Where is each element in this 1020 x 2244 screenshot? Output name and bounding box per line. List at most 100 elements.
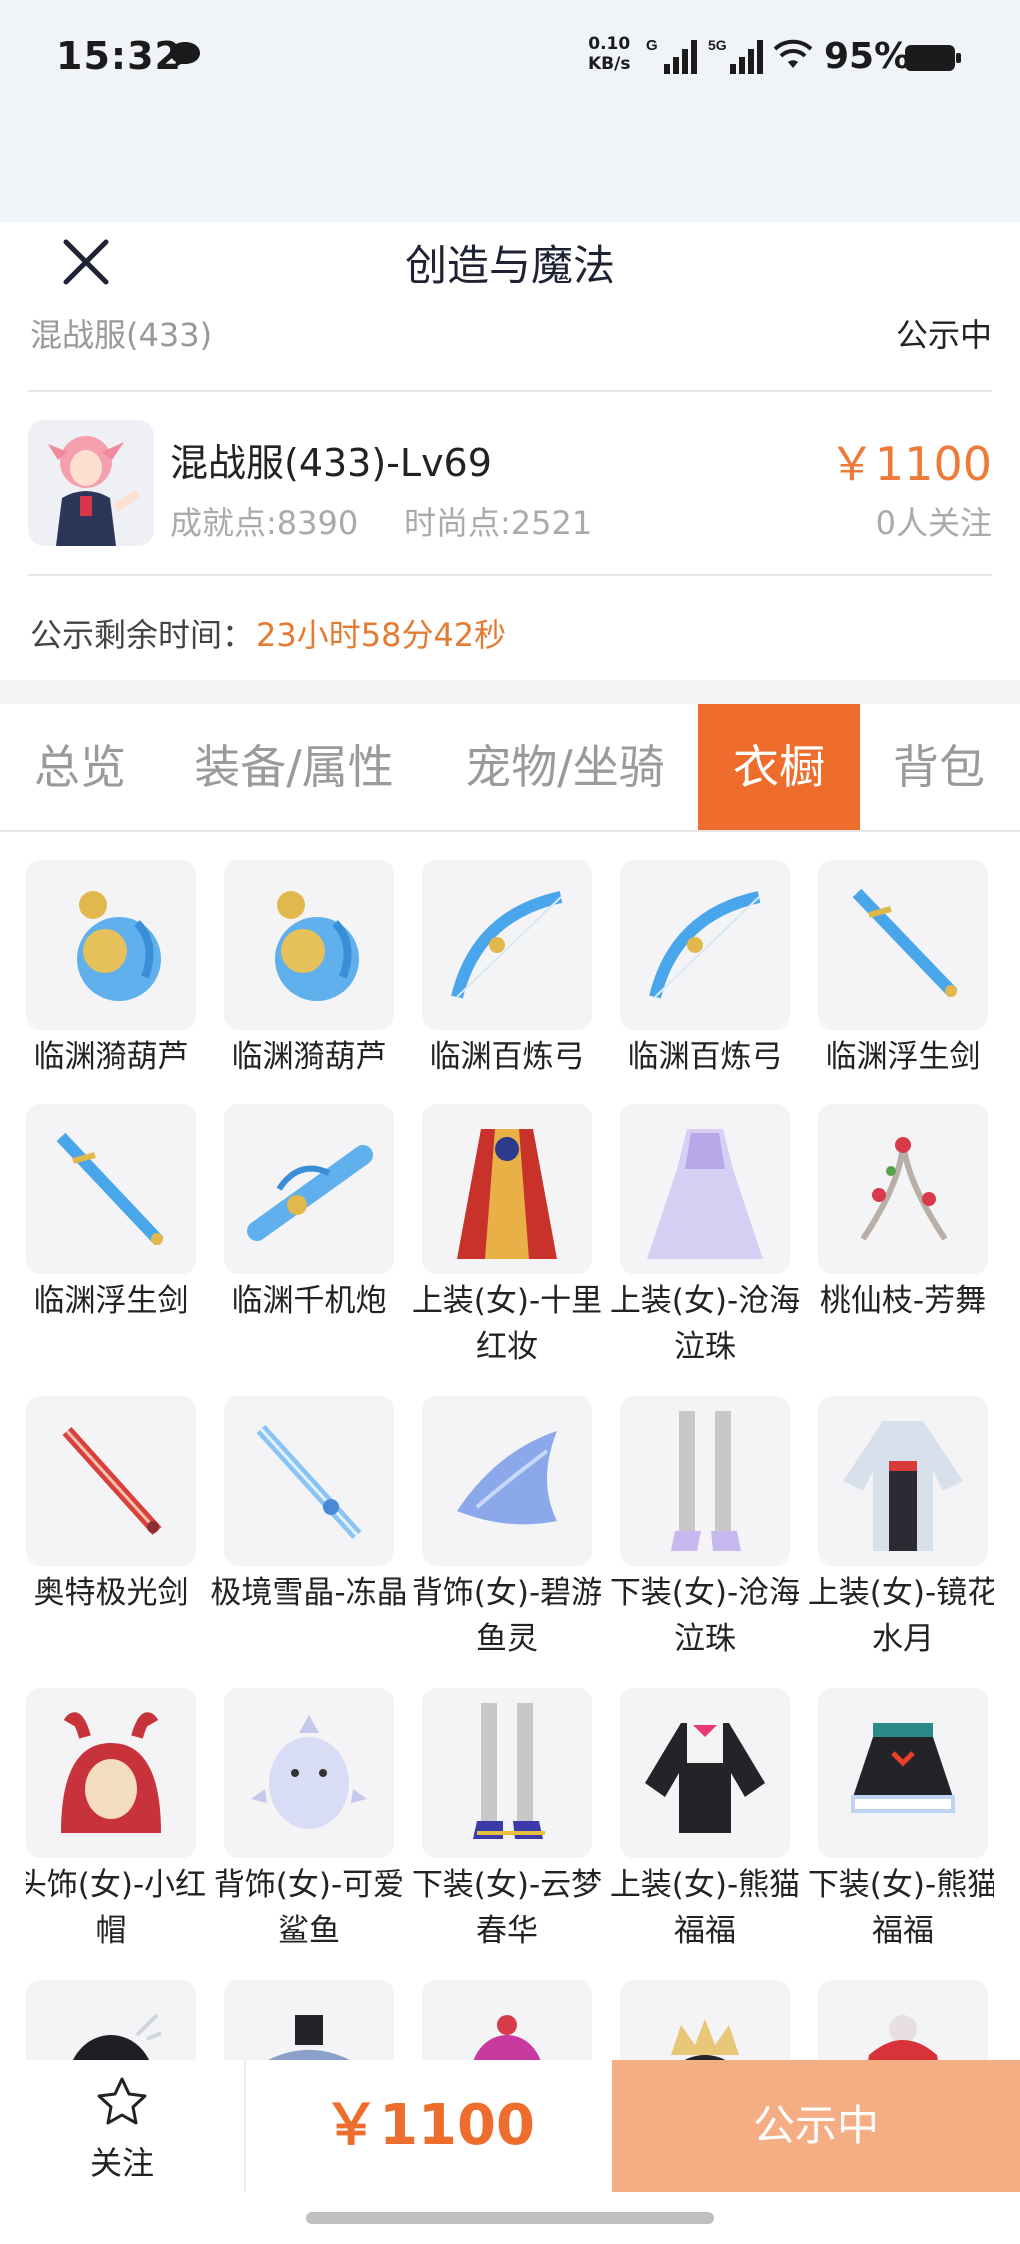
sim1-label: G [646,37,658,54]
legs-icon [620,1396,790,1566]
timer-value: 23小时58分42秒 [256,616,507,654]
ice-sword-icon [224,1396,394,1566]
tab-bar: 总览 装备/属性 宠物/坐骑 衣橱 背包 [0,704,1020,832]
wardrobe-item[interactable]: 下装(女)-熊猫福福 [808,1688,994,1954]
wardrobe-item[interactable]: 临渊浮生剑 [26,1104,196,1324]
wardrobe-item[interactable]: 临渊百炼弓 [422,860,592,1080]
wardrobe-item[interactable]: 背饰(女)-碧游鱼灵 [412,1396,602,1662]
wardrobe-item[interactable]: 上装(女)-沧海泣珠 [610,1104,800,1370]
shark-icon [224,1688,394,1858]
wardrobe-item[interactable]: 奥特极光剑 [26,1396,196,1616]
public-status-button[interactable]: 公示中 [612,2060,1020,2192]
wardrobe-item[interactable]: 上装(女)-十里红妆 [412,1104,602,1370]
item-label: 极境雪晶-冻晶 [210,1575,408,1611]
wardrobe-item[interactable]: 极境雪晶-冻晶 [210,1396,408,1616]
gourd-icon [26,860,196,1030]
wardrobe-item[interactable]: 上装(女)-镜花水月 [808,1396,994,1662]
wardrobe-item[interactable]: 临渊漪葫芦 [26,860,196,1080]
character-name: 混战服(433)-Lv69 [170,441,492,485]
fashion-points: 时尚点:2521 [404,504,593,542]
divider [28,390,992,392]
status-time: 15:32 [56,34,182,78]
server-row: 混战服(433) 公示中 [30,300,992,356]
wifi-icon [773,39,813,68]
home-indicator[interactable] [306,2212,714,2224]
star-icon [97,2077,147,2125]
item-label: 背饰(女)-可爱鲨鱼 [213,1867,405,1949]
item-label: 临渊浮生剑 [33,1283,189,1319]
wardrobe-item[interactable]: 下装(女)-云梦春华 [412,1688,602,1954]
item-label: 下装(女)-熊猫福福 [807,1867,994,1949]
hat-icon [224,1980,394,2060]
wardrobe-item[interactable]: 桃仙枝-芳舞 [818,1104,988,1324]
fish-wing-icon [422,1396,592,1566]
bottom-action-bar: 关注 ￥1100 公示中 [0,2060,1020,2192]
item-label: 头饰(女)-小红帽 [26,1867,207,1949]
wardrobe-item[interactable]: 背饰(女)-可爱鲨鱼 [214,1688,404,1954]
avatar [28,420,154,546]
item-label: 上装(女)-十里红妆 [411,1283,603,1365]
wardrobe-grid: 临渊漪葫芦 临渊漪葫芦 临渊百炼弓 临渊百炼弓 临渊浮生剑 临渊浮生剑 临渊千机… [26,860,994,2060]
item-label: 背饰(女)-碧游鱼灵 [411,1575,603,1657]
crown-icon [620,1980,790,2060]
nav-bar: 创造与魔法 [0,112,1020,290]
wardrobe-item[interactable] [422,1980,592,2060]
item-label: 临渊漪葫芦 [33,1039,189,1075]
wardrobe-item[interactable]: 临渊漪葫芦 [224,860,394,1080]
item-label: 临渊千机炮 [231,1283,387,1319]
kimono-icon [818,1396,988,1566]
divider [28,574,992,576]
net-speed: 0.10 KB/s [588,34,631,74]
item-label: 上装(女)-镜花水月 [807,1575,994,1657]
item-label: 上装(女)-沧海泣珠 [609,1283,801,1365]
item-label: 奥特极光剑 [33,1575,189,1611]
red-outfit-icon [818,1980,988,2060]
character-avatar-icon [48,436,140,546]
wardrobe-item[interactable] [620,1980,790,2060]
wardrobe-item[interactable] [818,1980,988,2060]
price: ￥1100 [828,437,992,491]
follow-button[interactable]: 关注 [0,2060,244,2192]
red-sword-icon [26,1396,196,1566]
tab-equipment[interactable]: 装备/属性 [172,704,416,830]
item-label: 下装(女)-云梦春华 [411,1867,603,1949]
item-label: 上装(女)-熊猫福福 [609,1867,801,1949]
boots-icon [422,1688,592,1858]
panda-skirt-icon [818,1688,988,1858]
tab-pets[interactable]: 宠物/坐骑 [440,704,690,830]
gourd-icon [224,860,394,1030]
wardrobe-item[interactable]: 临渊百炼弓 [620,860,790,1080]
panda-top-icon [620,1688,790,1858]
item-label: 临渊浮生剑 [825,1039,981,1075]
bottom-price: ￥1100 [323,2093,535,2158]
hair-icon [26,1980,196,2060]
wardrobe-item[interactable] [224,1980,394,2060]
sim2-label: 5G [708,37,727,53]
wardrobe-item[interactable]: 下装(女)-沧海泣珠 [610,1396,800,1662]
signal-sim2-icon: 5G [708,37,763,74]
item-label: 桃仙枝-芳舞 [819,1283,987,1319]
battery-level: 95% [824,36,911,77]
wardrobe-item[interactable]: 上装(女)-熊猫福福 [610,1688,800,1954]
sword-icon [818,860,988,1030]
robe-icon [422,1104,592,1274]
public-status: 公示中 [895,316,992,354]
item-label: 临渊百炼弓 [429,1039,585,1075]
wardrobe-item[interactable]: 临渊千机炮 [224,1104,394,1324]
dress-icon [620,1104,790,1274]
cannon-icon [224,1104,394,1274]
follow-label: 关注 [89,2144,154,2182]
tab-overview[interactable]: 总览 [0,704,160,830]
wardrobe-item[interactable]: 头饰(女)-小红帽 [26,1688,206,1954]
status-bar: 15:32 0.10 KB/s G 5G 95% [0,0,1020,112]
signal-sim1-icon: G [646,37,697,74]
wardrobe-item[interactable]: 临渊浮生剑 [818,860,988,1080]
tab-wardrobe[interactable]: 衣橱 [698,704,860,830]
item-label: 临渊百炼弓 [627,1039,783,1075]
wardrobe-item[interactable] [26,1980,196,2060]
tab-backpack[interactable]: 背包 [868,704,1010,830]
timer-label: 公示剩余时间： [30,616,255,654]
sword-icon [26,1104,196,1274]
cupcake-icon [422,1980,592,2060]
battery-icon [905,45,961,71]
